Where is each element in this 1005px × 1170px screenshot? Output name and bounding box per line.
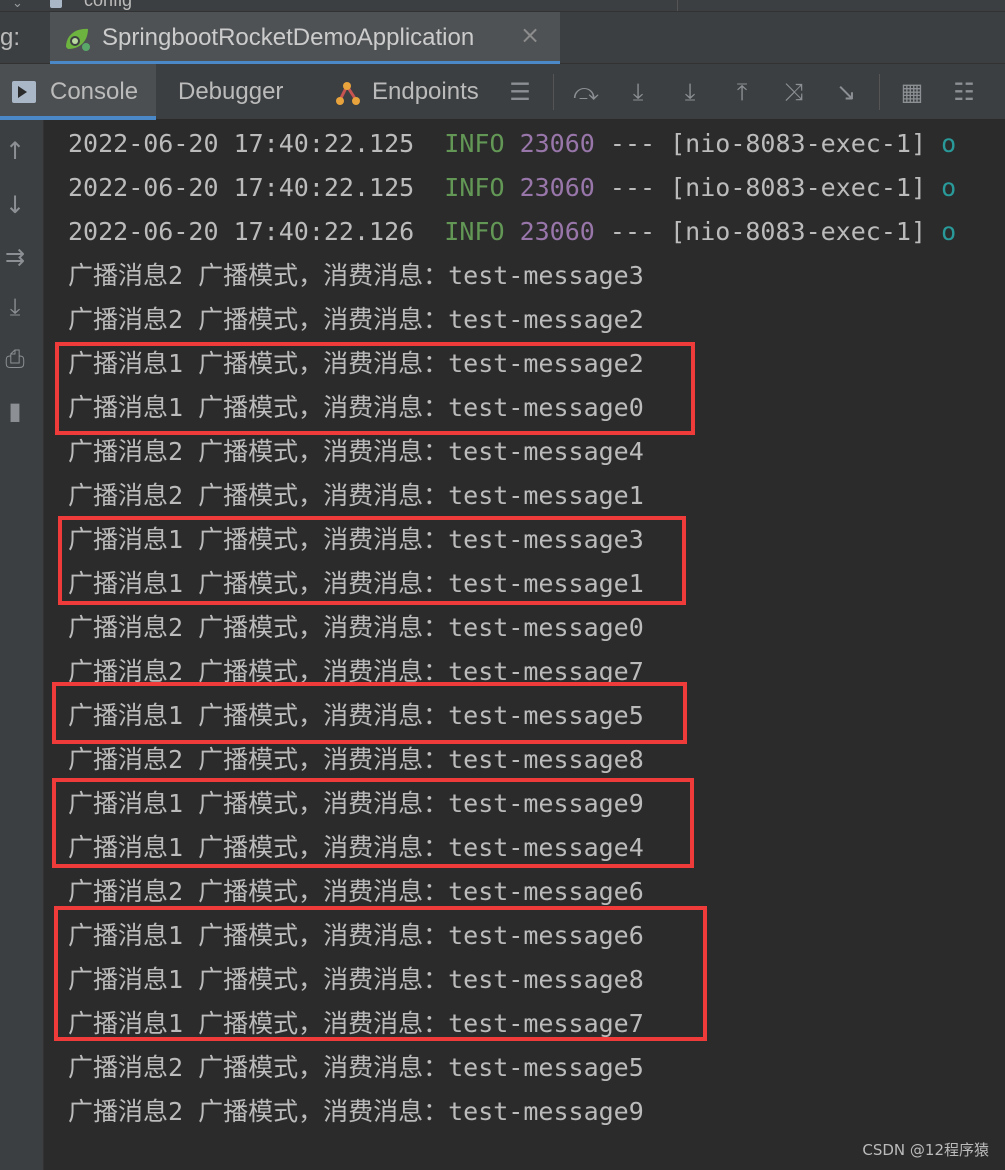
endpoints-icon	[336, 82, 360, 105]
print-icon[interactable]: ⎙	[0, 344, 30, 374]
scroll-up-icon[interactable]: ↑	[0, 136, 30, 166]
chevron-down-icon[interactable]: ⌄	[12, 0, 23, 11]
config-label: config	[84, 0, 133, 10]
tab-endpoints[interactable]: Endpoints	[320, 64, 500, 120]
message-line: 广播消息2 广播模式，消费消息：test-message8	[68, 745, 644, 774]
message-line: 广播消息1 广播模式，消费消息：test-message1	[68, 569, 644, 598]
tab-console-label: Console	[50, 78, 139, 105]
console-side-toolbar: ↑ ↓ ⇉ ⤓ ⎙ ▮	[0, 120, 44, 1170]
menu-icon[interactable]: ☰	[506, 78, 534, 106]
scroll-to-end-icon[interactable]: ⤓	[0, 292, 30, 322]
ide-window: ⌄ config g: SpringbootRocketDemoApplicat…	[0, 0, 1005, 1170]
message-line: 广播消息2 广播模式，消费消息：test-message2	[68, 305, 644, 334]
message-line: 广播消息2 广播模式，消费消息：test-message9	[68, 1097, 644, 1126]
close-icon[interactable]: ×	[520, 21, 540, 49]
run-tabs-bar: g: SpringbootRocketDemoApplication ×	[0, 12, 1005, 64]
message-line: 广播消息1 广播模式，消费消息：test-message4	[68, 833, 644, 862]
message-line: 广播消息1 广播模式，消费消息：test-message0	[68, 393, 644, 422]
toolbar-divider	[553, 74, 554, 110]
message-line: 广播消息1 广播模式，消费消息：test-message2	[68, 349, 644, 378]
message-line: 广播消息1 广播模式，消费消息：test-message5	[68, 701, 644, 730]
message-line: 广播消息1 广播模式，消费消息：test-message8	[68, 965, 644, 994]
run-tab-title: SpringbootRocketDemoApplication	[102, 24, 475, 51]
message-line: 广播消息2 广播模式，消费消息：test-message7	[68, 657, 644, 686]
message-line: 广播消息1 广播模式，消费消息：test-message6	[68, 921, 644, 950]
tab-console[interactable]: Console	[0, 64, 156, 120]
tab-endpoints-label: Endpoints	[372, 78, 479, 105]
log-line: 2022-06-20 17:40:22.126 INFO 23060 --- […	[68, 217, 957, 246]
tab-debugger[interactable]: Debugger	[164, 64, 304, 120]
drop-frame-icon[interactable]: ⤨	[780, 78, 808, 106]
config-icon	[50, 0, 62, 8]
message-line: 广播消息2 广播模式，消费消息：test-message0	[68, 613, 644, 642]
tool-tabs-bar: Console Debugger Endpoints ☰ ⤼ ⤓ ⤓ ⤒ ⤨ ↘…	[0, 64, 1005, 120]
tab-debugger-label: Debugger	[178, 78, 284, 105]
trace-icon[interactable]: ☷	[950, 78, 978, 106]
config-row: ⌄ config	[0, 0, 1005, 12]
step-over-icon[interactable]: ⤼	[572, 78, 600, 106]
run-tab-prefix: g:	[0, 24, 21, 51]
divider	[677, 0, 678, 11]
step-into-icon[interactable]: ⤓	[624, 78, 652, 106]
message-line: 广播消息1 广播模式，消费消息：test-message7	[68, 1009, 644, 1038]
spring-boot-icon	[66, 28, 90, 51]
log-line: 2022-06-20 17:40:22.125 INFO 23060 --- […	[68, 129, 957, 158]
message-line: 广播消息2 广播模式，消费消息：test-message3	[68, 261, 644, 290]
step-out-icon[interactable]: ⤒	[728, 78, 756, 106]
message-line: 广播消息2 广播模式，消费消息：test-message1	[68, 481, 644, 510]
message-line: 广播消息2 广播模式，消费消息：test-message4	[68, 437, 644, 466]
evaluate-icon[interactable]: ▦	[898, 78, 926, 106]
message-line: 广播消息1 广播模式，消费消息：test-message3	[68, 525, 644, 554]
console-output[interactable]: 2022-06-20 17:40:22.125 INFO 23060 --- […	[45, 120, 1005, 1170]
console-icon	[12, 81, 36, 103]
message-line: 广播消息2 广播模式，消费消息：test-message6	[68, 877, 644, 906]
soft-wrap-icon[interactable]: ⇉	[0, 242, 30, 272]
clear-all-icon[interactable]: ▮	[0, 396, 30, 426]
run-to-cursor-icon[interactable]: ↘	[832, 78, 860, 106]
run-tab-springboot-app[interactable]: SpringbootRocketDemoApplication ×	[50, 12, 560, 64]
log-line: 2022-06-20 17:40:22.125 INFO 23060 --- […	[68, 173, 957, 202]
watermark: CSDN @12程序猿	[862, 1141, 989, 1159]
message-line: 广播消息1 广播模式，消费消息：test-message9	[68, 789, 644, 818]
force-step-into-icon[interactable]: ⤓	[676, 78, 704, 106]
toolbar-divider	[879, 74, 880, 110]
scroll-down-icon[interactable]: ↓	[0, 190, 30, 220]
message-line: 广播消息2 广播模式，消费消息：test-message5	[68, 1053, 644, 1082]
